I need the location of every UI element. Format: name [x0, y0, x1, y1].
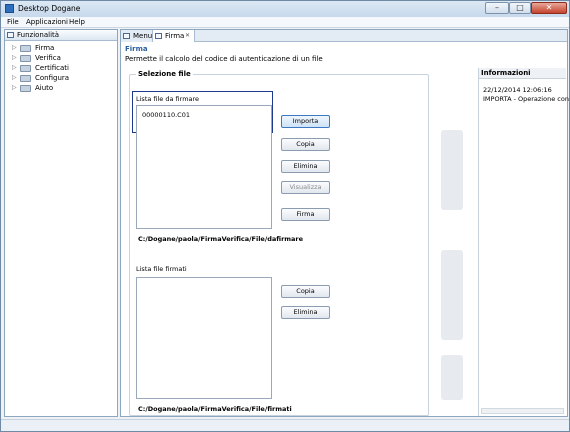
view-icon	[123, 33, 130, 39]
file-selection-group: Selezione file Lista file da firmare 000…	[129, 70, 429, 416]
tree-item-label: Verifica	[35, 54, 61, 62]
info-header: Informazioni	[479, 68, 566, 79]
title-bar[interactable]: Desktop Dogane – □ ✕	[1, 1, 569, 17]
expand-arrow-icon[interactable]: ▷	[12, 54, 17, 61]
tree-item-label: Firma	[35, 44, 55, 52]
list-item[interactable]: 00000110.C01	[142, 111, 190, 119]
folder-icon	[20, 55, 31, 62]
to-sign-list-label: Lista file da firmare	[136, 95, 200, 103]
tab-label: Firma	[165, 32, 185, 40]
info-panel: Informazioni 22/12/2014 12:06:16 IMPORTA…	[478, 68, 569, 416]
expand-arrow-icon[interactable]: ▷	[12, 44, 17, 51]
menu-bar: File Applicazioni Help	[1, 17, 569, 28]
minimize-button[interactable]: –	[485, 2, 509, 14]
menu-file[interactable]: File	[7, 18, 19, 26]
horizontal-scrollbar[interactable]	[481, 408, 564, 414]
tab-label: Funzionalità	[17, 31, 60, 39]
tree-item-label: Configura	[35, 74, 70, 82]
tree-item-label: Aiuto	[35, 84, 54, 92]
info-title: Informazioni	[481, 69, 531, 77]
signed-folder-path: C:/Dogane/paola/FirmaVerifica/File/firma…	[138, 405, 292, 413]
tab-menu[interactable]: Menu	[121, 30, 153, 42]
firma-button[interactable]: Firma	[281, 208, 330, 221]
tab-label: Menu	[133, 32, 153, 40]
window-title: Desktop Dogane	[18, 4, 81, 13]
watermark-seal	[441, 130, 463, 400]
functions-panel: Funzionalità ▷ Firma ▷ Verifica ▷ Certif…	[4, 29, 118, 417]
tab-funzionalita[interactable]: Funzionalità	[5, 30, 117, 41]
expand-arrow-icon[interactable]: ▷	[12, 84, 17, 91]
info-line: 22/12/2014 12:06:16	[483, 86, 552, 94]
elimina-button[interactable]: Elimina	[281, 160, 330, 173]
to-sign-folder-path: C:/Dogane/paola/FirmaVerifica/File/dafir…	[138, 235, 304, 243]
tab-firma[interactable]: Firma ✕	[153, 30, 195, 42]
info-line: IMPORTA - Operazione con	[483, 95, 569, 103]
view-icon	[155, 33, 162, 39]
copia-button[interactable]: Copia	[281, 138, 330, 151]
importa-button[interactable]: Importa	[281, 115, 330, 128]
view-icon	[7, 32, 14, 38]
signed-list-label: Lista file firmati	[136, 265, 187, 273]
folder-icon	[20, 85, 31, 92]
maximize-button[interactable]: □	[509, 2, 531, 14]
folder-icon	[20, 75, 31, 82]
editor-area: Menu Firma ✕ Firma Permette il calcolo d…	[120, 29, 569, 417]
visualizza-button[interactable]: Visualizza	[281, 181, 330, 194]
elimina-signed-button[interactable]: Elimina	[281, 306, 330, 319]
folder-icon	[20, 45, 31, 52]
folder-icon	[20, 65, 31, 72]
editor-tabs: Menu Firma ✕	[121, 30, 567, 42]
menu-applicazioni[interactable]: Applicazioni	[26, 18, 68, 26]
form-title: Firma	[125, 45, 148, 53]
app-window: Desktop Dogane – □ ✕ File Applicazioni H…	[0, 0, 570, 432]
expand-arrow-icon[interactable]: ▷	[12, 64, 17, 71]
tree-item-label: Certificati	[35, 64, 69, 72]
status-bar	[1, 419, 569, 431]
to-sign-file-list[interactable]: 00000110.C01	[136, 105, 272, 229]
menu-help[interactable]: Help	[69, 18, 85, 26]
app-icon	[5, 4, 14, 13]
group-title: Selezione file	[136, 70, 193, 78]
signed-file-list[interactable]	[136, 277, 272, 399]
close-tab-icon[interactable]: ✕	[185, 32, 190, 39]
expand-arrow-icon[interactable]: ▷	[12, 74, 17, 81]
copia-signed-button[interactable]: Copia	[281, 285, 330, 298]
close-button[interactable]: ✕	[531, 2, 567, 14]
form-description: Permette il calcolo del codice di autent…	[125, 55, 323, 63]
